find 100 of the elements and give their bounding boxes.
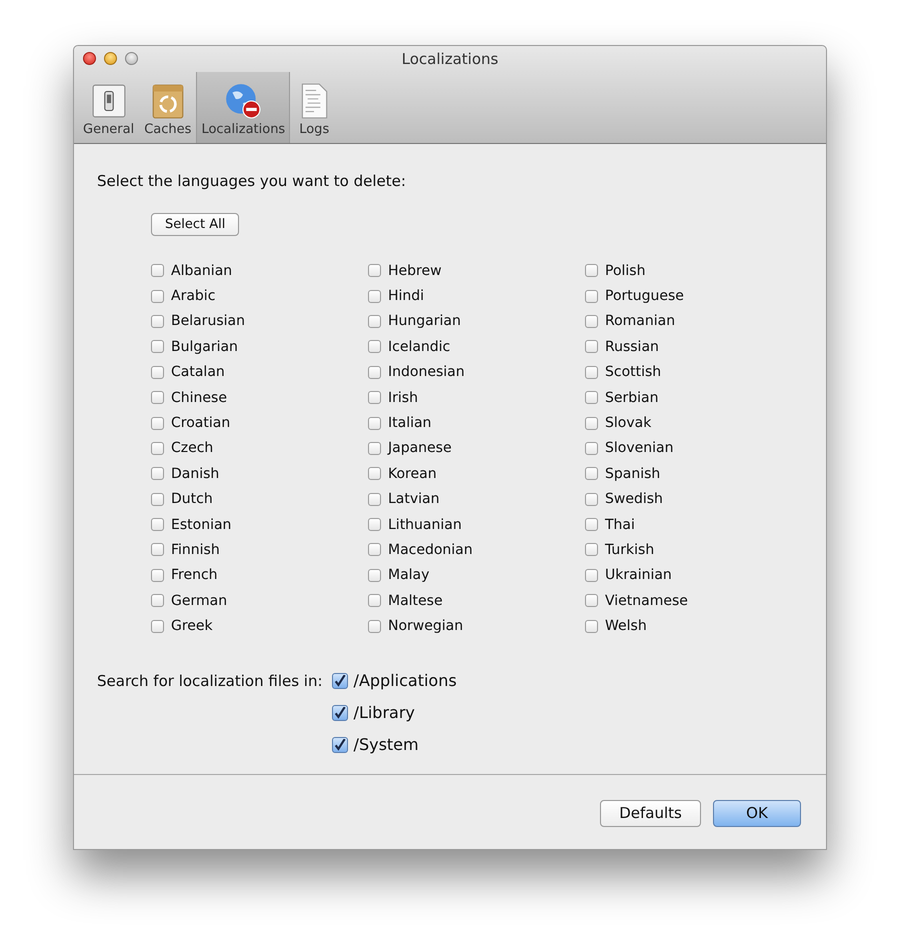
checkbox[interactable]	[585, 314, 598, 328]
toolbar-tab[interactable]: Localizations	[196, 72, 290, 143]
checkbox[interactable]	[151, 518, 164, 532]
search-label: Search for localization files in:	[97, 670, 323, 692]
language-label: Hindi	[388, 288, 424, 304]
language-label: Ukrainian	[605, 567, 672, 584]
checkbox[interactable]	[151, 492, 164, 506]
checkbox[interactable]	[585, 594, 598, 608]
checkbox[interactable]	[368, 264, 381, 278]
language-label: Hungarian	[388, 313, 461, 330]
checkbox[interactable]	[368, 366, 381, 379]
select-all-button[interactable]: Select All	[151, 213, 240, 236]
zoom-button[interactable]	[125, 52, 138, 65]
language-label: Welsh	[605, 618, 647, 634]
checkbox[interactable]	[585, 442, 598, 455]
checkbox[interactable]	[151, 442, 164, 455]
language-label: Czech	[171, 440, 214, 456]
checkbox[interactable]	[368, 340, 381, 354]
language-label: Portuguese	[605, 288, 684, 304]
checkbox[interactable]	[151, 594, 164, 608]
checkbox[interactable]	[151, 568, 164, 582]
switch-icon	[90, 82, 128, 120]
language-label: Korean	[388, 466, 437, 482]
checkbox[interactable]	[368, 543, 381, 556]
language-label: Japanese	[388, 440, 452, 456]
language-label: Thai	[605, 516, 635, 533]
checkbox[interactable]	[151, 620, 164, 633]
language-label: Arabic	[171, 288, 216, 304]
language-label: French	[171, 567, 218, 584]
checkbox[interactable]	[368, 290, 381, 303]
language-label: Russian	[605, 338, 659, 355]
checkbox[interactable]	[585, 391, 598, 404]
checkbox[interactable]	[151, 391, 164, 404]
ok-button[interactable]: OK	[713, 800, 801, 826]
checkbox[interactable]	[368, 391, 381, 404]
close-button[interactable]	[83, 52, 96, 65]
checkbox[interactable]	[332, 736, 348, 753]
checkbox[interactable]	[368, 594, 381, 608]
checkbox[interactable]	[332, 704, 348, 721]
language-label: Spanish	[605, 466, 660, 482]
language-label: Swedish	[605, 491, 663, 508]
checkbox[interactable]	[151, 416, 164, 430]
defaults-button[interactable]: Defaults	[600, 800, 701, 826]
language-label: Norwegian	[388, 618, 464, 634]
checkbox[interactable]	[585, 290, 598, 303]
language-label: Turkish	[605, 542, 654, 558]
window-title: Localizations	[402, 50, 498, 68]
checkbox[interactable]	[585, 518, 598, 532]
checkbox[interactable]	[151, 543, 164, 556]
language-label: Irish	[388, 390, 418, 406]
language-label: Lithuanian	[388, 516, 462, 533]
checkbox[interactable]	[585, 366, 598, 379]
checkbox[interactable]	[585, 467, 598, 480]
language-label: Indonesian	[388, 364, 465, 380]
heading-text: Select the languages you want to delete:	[97, 172, 407, 190]
language-label: Polish	[605, 262, 646, 279]
toolbar-tab[interactable]: General	[78, 72, 140, 143]
language-label: Hebrew	[388, 262, 442, 279]
minimize-button[interactable]	[104, 52, 117, 65]
checkbox[interactable]	[585, 492, 598, 506]
language-label: Greek	[171, 618, 213, 634]
language-label: Serbian	[605, 390, 658, 406]
toolbar-tab[interactable]: Logs	[290, 72, 338, 143]
checkbox[interactable]	[585, 620, 598, 633]
toolbar-tab[interactable]: Caches	[139, 72, 196, 143]
checkbox[interactable]	[585, 568, 598, 582]
checkbox[interactable]	[585, 416, 598, 430]
language-label: Icelandic	[388, 338, 450, 355]
language-label: Croatian	[171, 415, 230, 432]
checkbox[interactable]	[368, 492, 381, 506]
language-label: Vietnamese	[605, 592, 688, 609]
language-label: Maltese	[388, 592, 443, 609]
checkbox[interactable]	[368, 467, 381, 480]
globe-remove-icon	[224, 82, 262, 120]
checkbox[interactable]	[368, 314, 381, 328]
language-label: Slovenian	[605, 440, 674, 456]
checkbox[interactable]	[151, 290, 164, 303]
checkbox[interactable]	[151, 366, 164, 379]
location-label: /Library	[354, 703, 415, 722]
language-label: Scottish	[605, 364, 662, 380]
checkbox[interactable]	[151, 314, 164, 328]
checkbox[interactable]	[585, 264, 598, 278]
checkbox[interactable]	[368, 416, 381, 430]
checkbox[interactable]	[151, 264, 164, 278]
language-label: Slovak	[605, 415, 652, 432]
checkbox[interactable]	[368, 442, 381, 455]
checkbox[interactable]	[151, 467, 164, 480]
checkbox[interactable]	[585, 543, 598, 556]
checkbox[interactable]	[332, 672, 348, 689]
language-label: Chinese	[171, 390, 227, 406]
checkbox[interactable]	[368, 620, 381, 633]
language-label: Dutch	[171, 491, 213, 508]
location-label: /Applications	[354, 671, 457, 690]
checkbox[interactable]	[585, 340, 598, 354]
language-label: Malay	[388, 567, 430, 584]
checkbox[interactable]	[151, 340, 164, 354]
language-label: Latvian	[388, 491, 440, 508]
language-label: German	[171, 592, 228, 609]
checkbox[interactable]	[368, 518, 381, 532]
checkbox[interactable]	[368, 568, 381, 582]
